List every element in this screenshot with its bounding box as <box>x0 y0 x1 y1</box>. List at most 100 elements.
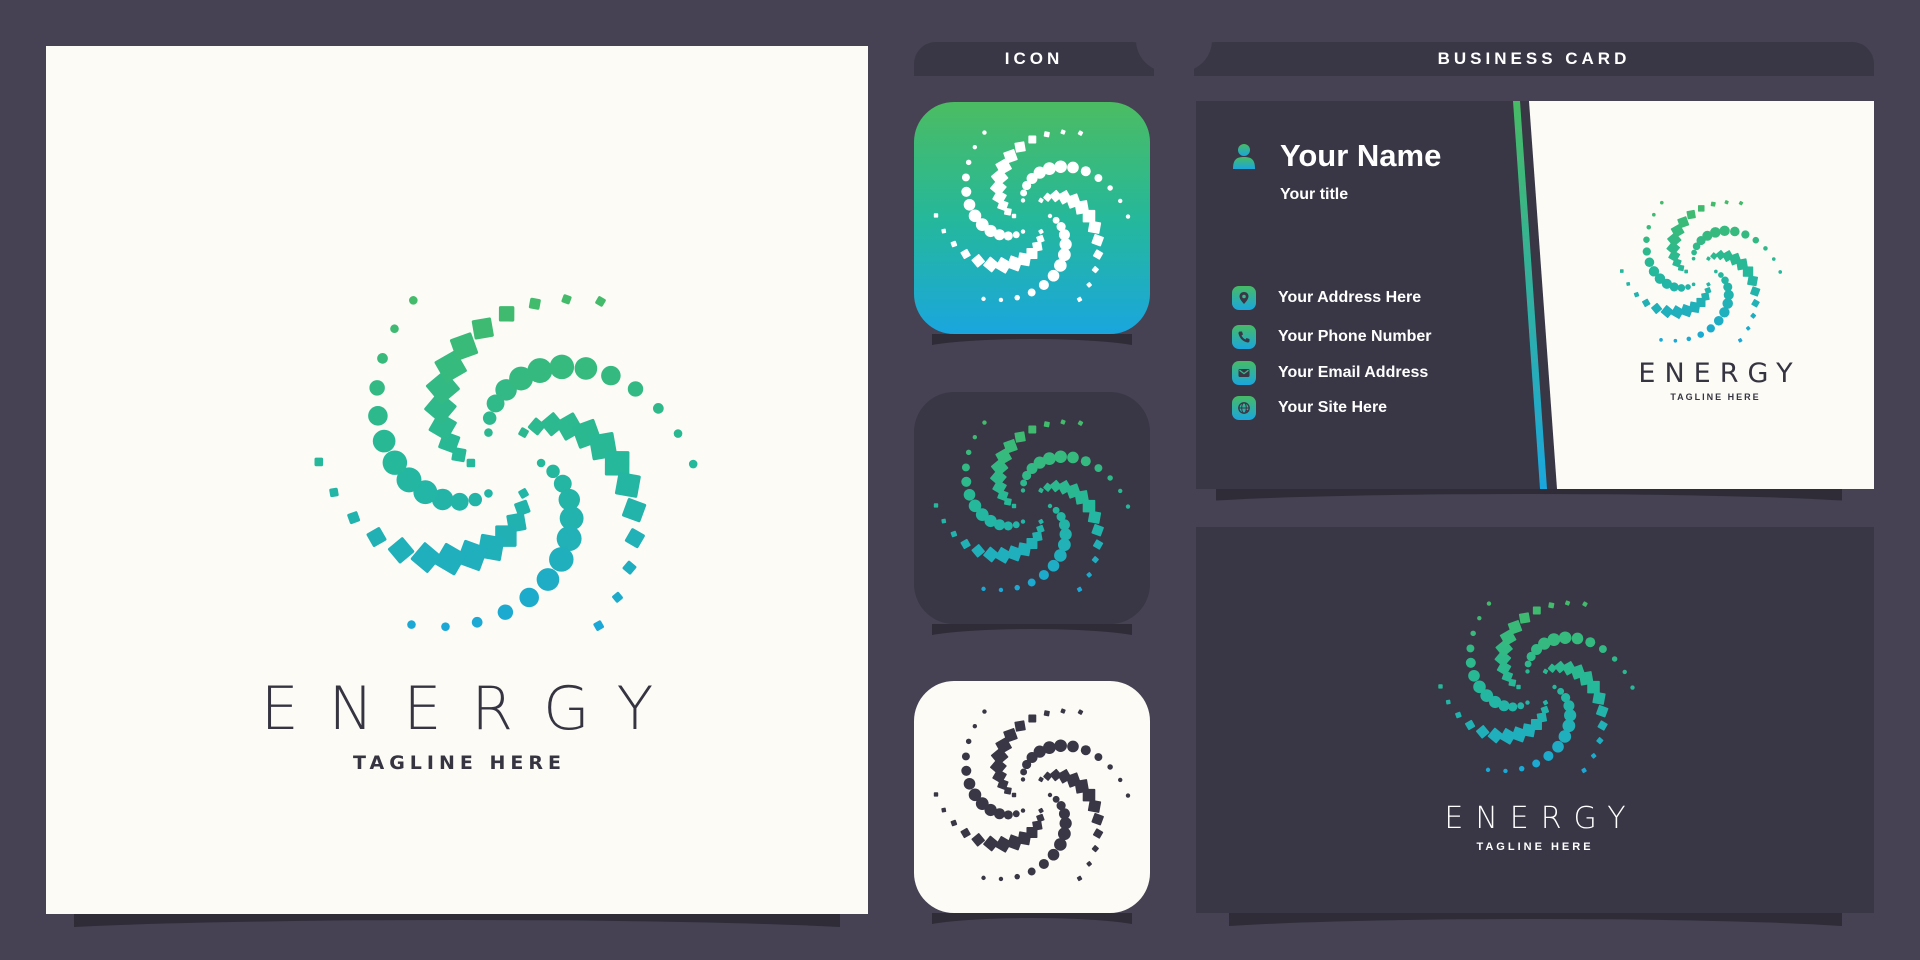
logo-square-dot <box>1043 421 1050 428</box>
logo-round-dot <box>1020 768 1028 776</box>
logo-round-dot <box>965 159 972 166</box>
logo-round-dot <box>1054 739 1067 752</box>
location-pin-icon <box>1232 286 1256 310</box>
logo-round-dot <box>1012 810 1020 818</box>
email-icon <box>1232 361 1256 385</box>
icon-tile-shadow <box>932 334 1132 358</box>
logo-square-dot <box>1651 302 1663 315</box>
logo-round-dot <box>1027 578 1036 587</box>
logo-round-dot <box>1468 669 1480 682</box>
logo-round-dot <box>1741 230 1750 239</box>
logo-square-dot <box>960 827 971 839</box>
logo-round-dot <box>1003 231 1013 241</box>
logo-square-dot <box>1487 727 1504 744</box>
logo-round-dot <box>1552 740 1564 753</box>
logo-square-dot <box>1014 431 1026 443</box>
logo-round-dot <box>549 354 575 380</box>
logo-round-dot <box>1047 269 1060 282</box>
logo-square-dot <box>1092 249 1104 260</box>
logo-square-dot <box>1060 708 1066 714</box>
logo-round-dot <box>484 428 493 437</box>
logo-round-dot <box>965 738 972 745</box>
logo-round-dot <box>1094 174 1103 182</box>
logo-round-dot <box>1107 185 1113 191</box>
logo-square-dot <box>1564 600 1571 606</box>
logo-square-dot <box>1518 612 1531 624</box>
main-logo-panel: ENERGY TAGLINE HERE <box>46 46 868 914</box>
brand-name: ENERGY <box>1444 801 1638 836</box>
logo-square-dot <box>347 511 361 525</box>
logo-round-dot <box>1470 630 1476 637</box>
brand-tagline: TAGLINE HERE <box>353 752 566 774</box>
logo-square-dot <box>1619 269 1624 273</box>
logo-square-dot <box>1092 539 1104 550</box>
logo-square-dot <box>971 833 985 847</box>
logo-square-dot <box>1043 131 1050 138</box>
logo-square-dot <box>1745 326 1751 331</box>
card-job-title: Your title <box>1280 186 1349 203</box>
logo-square-dot <box>1438 684 1443 689</box>
icon-tile-shadow <box>932 913 1132 937</box>
tab-icon[interactable]: ICON <box>914 42 1154 76</box>
logo-round-dot <box>450 492 469 511</box>
logo-round-dot <box>1038 569 1049 580</box>
logo-round-dot <box>1052 216 1060 224</box>
logo-round-dot <box>1543 750 1554 761</box>
brand-tagline: TAGLINE HERE <box>1476 841 1594 853</box>
icon-tile-light <box>914 681 1150 913</box>
logo-square-dot <box>1087 220 1102 234</box>
logo-round-dot <box>1067 740 1079 753</box>
logo-square-dot <box>1475 725 1490 739</box>
logo-round-dot <box>390 324 399 334</box>
logo-square-dot <box>1011 213 1017 219</box>
icon-tile-dark <box>914 392 1150 624</box>
logo-round-dot <box>1014 873 1020 880</box>
logo-round-dot <box>1052 506 1060 514</box>
logo-square-dot <box>1038 197 1044 204</box>
logo-round-dot <box>1047 559 1060 572</box>
logo-round-dot <box>998 297 1004 303</box>
logo-square-dot <box>950 530 958 538</box>
logo-round-dot <box>1014 584 1020 591</box>
logo-round-dot <box>1710 227 1721 238</box>
logo-round-dot <box>1118 777 1123 783</box>
logo-square-dot <box>1087 799 1102 813</box>
logo-square-dot <box>1455 711 1462 719</box>
logo-square-dot <box>1038 487 1044 494</box>
logo-square-dot <box>1724 200 1729 205</box>
logo-square-dot <box>1532 606 1541 615</box>
tab-business-card[interactable]: BUSINESS CARD <box>1194 42 1874 76</box>
logo-square-dot <box>595 296 606 307</box>
logo-round-dot <box>1714 269 1718 274</box>
logo-round-dot <box>1027 288 1036 297</box>
logo-square-dot <box>1542 668 1549 675</box>
logo-round-dot <box>961 765 972 776</box>
logo-square-dot <box>941 228 947 234</box>
logo-round-dot <box>546 464 560 479</box>
logo-round-dot <box>1038 279 1049 290</box>
logo-square-dot <box>1082 209 1096 223</box>
logo-round-dot <box>982 709 987 714</box>
logo-square-dot <box>1028 135 1037 144</box>
logo-square-dot <box>1091 812 1104 826</box>
logo-round-dot <box>536 458 546 468</box>
logo-round-dot <box>1107 475 1113 481</box>
logo-round-dot <box>1752 236 1760 244</box>
logo-round-dot <box>1643 236 1650 243</box>
logo-round-dot <box>1585 637 1596 648</box>
logo-round-dot <box>1713 315 1724 326</box>
logo-round-dot <box>1012 231 1020 239</box>
logo-round-dot <box>1052 795 1060 803</box>
logo-square-dot <box>1750 312 1757 319</box>
logo-round-dot <box>1020 229 1026 234</box>
brand-name: ENERGY <box>260 674 684 744</box>
logo-square-dot <box>1590 753 1597 759</box>
logo-square-dot <box>1014 141 1026 153</box>
logo-square-dot <box>1091 523 1104 537</box>
logo-round-dot <box>1719 307 1730 318</box>
logo-round-dot <box>1557 687 1565 695</box>
contact-phone: Your Phone Number <box>1232 325 1432 349</box>
logo-round-dot <box>1020 488 1026 493</box>
logo-square-dot <box>1087 510 1102 524</box>
logo-round-dot <box>377 353 388 364</box>
